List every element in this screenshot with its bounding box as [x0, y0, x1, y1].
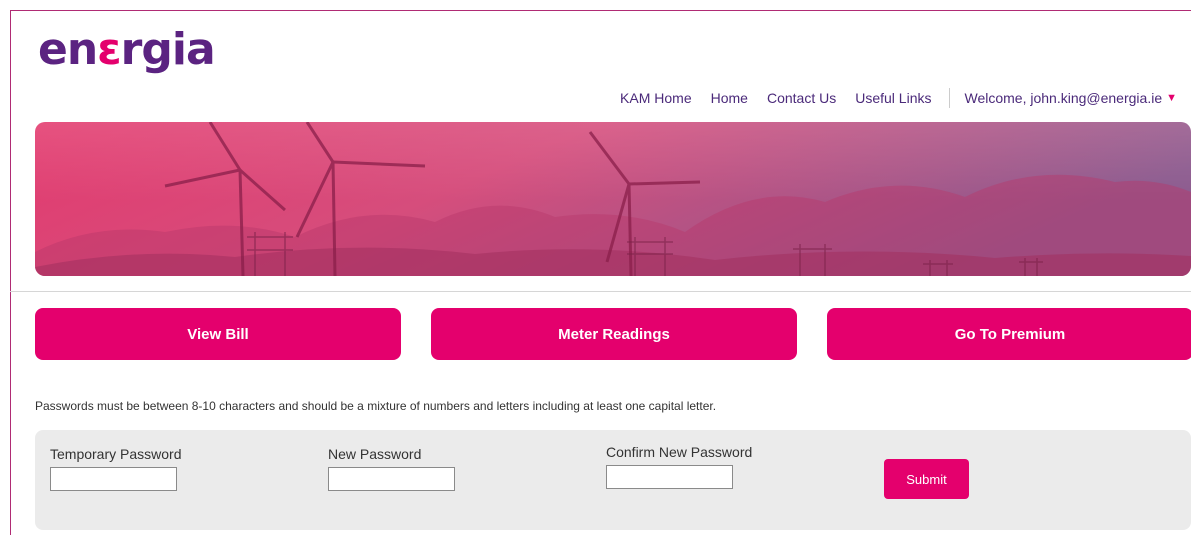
- new-password-label: New Password: [328, 446, 422, 462]
- section-divider: [10, 291, 1191, 292]
- nav-divider: [949, 88, 951, 108]
- new-password-input[interactable]: [328, 467, 455, 491]
- go-to-premium-button[interactable]: Go To Premium: [827, 308, 1191, 360]
- temporary-password-group: Temporary Password: [50, 446, 182, 491]
- wind-turbine-landscape-image: [35, 122, 1191, 276]
- nav-kam-home[interactable]: KAM Home: [620, 90, 692, 106]
- nav-home[interactable]: Home: [711, 90, 748, 106]
- energia-logo[interactable]: enεrgia: [38, 28, 216, 72]
- caret-down-icon: ▼: [1166, 92, 1177, 104]
- user-email: john.king@energia.ie: [1030, 90, 1163, 106]
- nav-useful-links[interactable]: Useful Links: [855, 90, 931, 106]
- password-requirements-text: Passwords must be between 8-10 character…: [35, 399, 717, 413]
- logo-text-accent: ε: [97, 24, 121, 75]
- logo-text-rest: rgia: [120, 24, 216, 75]
- logo-text-main: en: [38, 24, 98, 75]
- welcome-prefix: Welcome,: [964, 90, 1031, 106]
- nav-contact-us[interactable]: Contact Us: [767, 90, 836, 106]
- submit-button[interactable]: Submit: [884, 459, 969, 499]
- confirm-new-password-label: Confirm New Password: [606, 444, 753, 460]
- new-password-group: New Password: [328, 446, 455, 491]
- temporary-password-input[interactable]: [50, 467, 177, 491]
- change-password-form: Temporary Password New Password Confirm …: [35, 430, 1191, 530]
- confirm-password-group: Confirm New Password: [606, 444, 752, 489]
- hero-banner: [35, 122, 1191, 276]
- user-menu[interactable]: Welcome, john.king@energia.ie ▼: [964, 90, 1177, 106]
- temporary-password-label: Temporary Password: [50, 446, 182, 462]
- meter-readings-button[interactable]: Meter Readings: [431, 308, 797, 360]
- confirm-new-password-input[interactable]: [606, 465, 733, 489]
- view-bill-button[interactable]: View Bill: [35, 308, 401, 360]
- top-navigation: KAM Home Home Contact Us Useful Links We…: [601, 88, 1177, 108]
- quick-actions: View Bill Meter Readings Go To Premium: [35, 308, 1191, 360]
